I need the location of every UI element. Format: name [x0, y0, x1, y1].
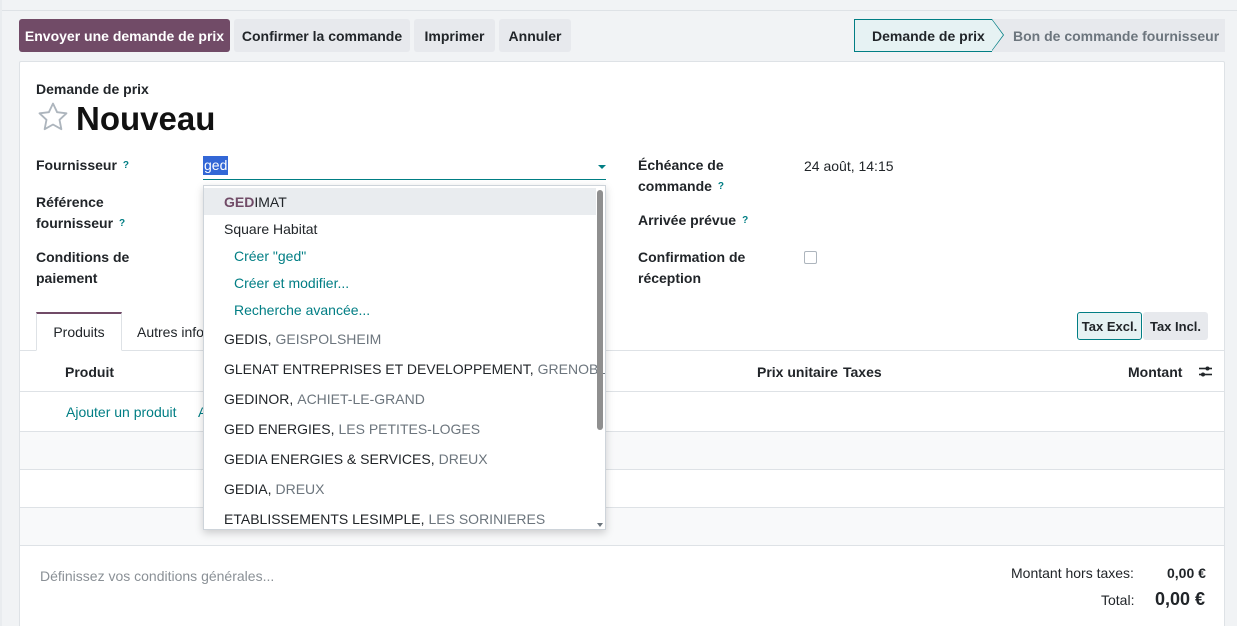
dropdown-create-option[interactable]: Créer "ged" — [204, 242, 596, 269]
dropdown-option-gedimat[interactable]: GED IMAT — [204, 188, 596, 215]
dropdown-option[interactable]: Square Habitat — [204, 215, 596, 242]
status-purchase-order[interactable]: Bon de commande fournisseur — [992, 19, 1225, 52]
option-name: ETABLISSEMENTS LESIMPLE, — [224, 510, 425, 527]
table-row — [20, 432, 1224, 469]
dropdown-option[interactable]: GED ENERGIES, LES PETITES-LOGES — [204, 415, 596, 442]
form-sheet: Demande de prix Nouveau Fournisseur? ged… — [19, 61, 1225, 626]
tax-excluded-button[interactable]: Tax Excl. — [1077, 312, 1142, 340]
scroll-down-arrow-icon[interactable] — [597, 523, 603, 527]
option-name: GLENAT ENTREPRISES ET DEVELOPPEMENT, — [224, 360, 534, 377]
supplier-label: Fournisseur? — [36, 155, 129, 176]
tab-other-info-label: Autres info — [137, 323, 204, 340]
total-label: Total: — [1101, 592, 1135, 608]
send-rfq-button[interactable]: Envoyer une demande de prix — [19, 19, 230, 52]
column-settings-icon[interactable] — [1198, 364, 1213, 382]
order-deadline-value[interactable]: 24 août, 14:15 — [804, 158, 894, 174]
help-icon[interactable]: ? — [123, 160, 129, 171]
left-border — [0, 0, 2, 626]
receipt-confirmation-label: Confirmation de réception — [638, 247, 745, 289]
tab-products[interactable]: Produits — [36, 312, 122, 351]
option-name: Square Habitat — [224, 220, 318, 237]
payment-terms-label-line2: paiement — [36, 270, 98, 286]
status-arrow-fill — [992, 20, 1003, 50]
payment-terms-label-line1: Conditions de — [36, 249, 130, 265]
option-name-rest: IMAT — [254, 193, 287, 210]
tab-other-info[interactable]: Autres info — [137, 312, 204, 351]
dropdown-option[interactable]: GEDIA, DREUX — [204, 475, 596, 502]
column-header-unit-price[interactable]: Prix unitaire — [757, 364, 838, 380]
untaxed-amount-label: Montant hors taxes: — [1011, 565, 1134, 581]
create-label: Créer "ged" — [234, 247, 307, 264]
dropdown-option[interactable]: GEDIS, GEISPOLSHEIM — [204, 325, 596, 352]
receipt-confirmation-checkbox[interactable] — [804, 251, 817, 264]
match-highlight: GED — [224, 193, 255, 210]
column-header-product[interactable]: Produit — [65, 364, 114, 380]
untaxed-amount-value: 0,00 € — [1167, 565, 1206, 581]
add-product-link[interactable]: Ajouter un produit — [66, 404, 177, 420]
dropdown-advanced-search-option[interactable]: Recherche avancée... — [204, 296, 596, 323]
order-deadline-label: Échéance de commande? — [638, 155, 724, 197]
help-icon[interactable]: ? — [742, 215, 748, 226]
option-city: GRENOBLE — [537, 360, 605, 377]
supplier-ref-label: Référence fournisseur? — [36, 192, 125, 234]
option-name: GEDIA ENERGIES & SERVICES, — [224, 450, 435, 467]
option-city: GEISPOLSHEIM — [275, 330, 382, 347]
supplier-ref-label-line1: Référence — [36, 194, 104, 210]
status-rfq[interactable]: Demande de prix — [854, 19, 1004, 52]
caret-down-icon[interactable] — [598, 165, 606, 169]
order-deadline-label-line2: commande — [638, 178, 712, 194]
column-header-amount[interactable]: Montant — [1128, 364, 1182, 380]
receipt-confirmation-label-line1: Confirmation de — [638, 249, 746, 265]
total-value: 0,00 € — [1155, 589, 1206, 609]
confirm-order-button[interactable]: Confirmer la commande — [234, 19, 410, 52]
option-city: ACHIET-LE-GRAND — [297, 390, 425, 407]
option-name: GEDIS, — [224, 330, 272, 347]
help-icon[interactable]: ? — [718, 181, 724, 192]
supplier-input[interactable]: ged — [203, 156, 606, 180]
create-edit-label: Créer et modifier... — [234, 274, 350, 291]
dropdown-option[interactable]: GLENAT ENTREPRISES ET DEVELOPPEMENT, GREN… — [204, 355, 605, 382]
supplier-ref-label-line2: fournisseur — [36, 215, 114, 231]
top-divider — [0, 10, 1237, 11]
header-divider — [20, 391, 1224, 392]
dropdown-option[interactable]: ETABLISSEMENTS LESIMPLE, LES SORINIERES — [204, 505, 596, 529]
order-deadline-label-line1: Échéance de — [638, 157, 724, 173]
table-row — [20, 508, 1224, 545]
option-name: GEDIA, — [224, 480, 272, 497]
payment-terms-label: Conditions de paiement — [36, 247, 129, 289]
option-city: DREUX — [275, 480, 325, 497]
supplier-input-value: ged — [203, 156, 229, 175]
supplier-label-text: Fournisseur — [36, 157, 117, 173]
option-name: GED ENERGIES, — [224, 420, 335, 437]
cancel-button[interactable]: Annuler — [499, 19, 571, 52]
dropdown-create-edit-option[interactable]: Créer et modifier... — [204, 269, 596, 296]
column-header-taxes[interactable]: Taxes — [843, 364, 882, 380]
star-icon[interactable] — [36, 100, 70, 137]
terms-input[interactable]: Définissez vos conditions générales... — [40, 568, 274, 584]
row-divider — [20, 469, 1224, 470]
supplier-autocomplete-dropdown[interactable]: GED IMAT Square Habitat Créer "ged" Créer… — [203, 185, 606, 530]
dropdown-option[interactable]: GEDINOR, ACHIET-LE-GRAND — [204, 385, 596, 412]
status-bar: Demande de prix Bon de commande fourniss… — [854, 19, 1225, 52]
help-icon[interactable]: ? — [119, 218, 125, 229]
expected-arrival-label: Arrivée prévue? — [638, 210, 748, 231]
status-purchase-order-label: Bon de commande fournisseur — [1013, 27, 1220, 44]
tax-included-button[interactable]: Tax Incl. — [1143, 312, 1208, 340]
dropdown-option[interactable]: GEDIA ENERGIES & SERVICES, DREUX — [204, 445, 596, 472]
print-button[interactable]: Imprimer — [414, 19, 495, 52]
row-divider — [20, 545, 1224, 546]
document-type-label: Demande de prix — [36, 81, 149, 97]
option-city: LES PETITES-LOGES — [338, 420, 481, 437]
option-city: LES SORINIERES — [428, 510, 546, 527]
page-title: Nouveau — [76, 100, 216, 137]
advanced-search-label: Recherche avancée... — [234, 301, 371, 318]
expected-arrival-label-text: Arrivée prévue — [638, 212, 737, 228]
tab-products-label: Produits — [53, 324, 105, 340]
option-city: DREUX — [438, 450, 488, 467]
dropdown-scrollbar[interactable] — [597, 190, 603, 430]
option-name: GEDINOR, — [224, 390, 294, 407]
receipt-confirmation-label-line2: réception — [638, 270, 702, 286]
status-rfq-label: Demande de prix — [872, 27, 985, 44]
